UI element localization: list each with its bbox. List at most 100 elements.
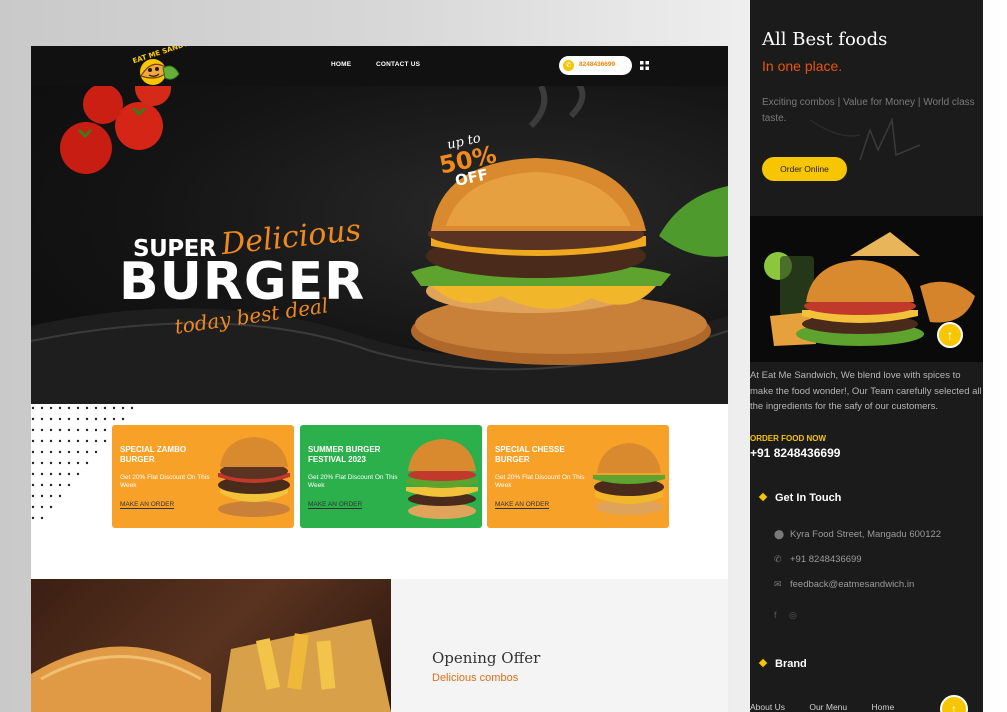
diamond-bullet-icon [758, 658, 768, 668]
burger-fries-photo [31, 579, 391, 712]
phone-button[interactable]: ✆ 8248436699 [559, 56, 632, 75]
sidebar-description: Exciting combos | Value for Money | Worl… [762, 97, 975, 124]
promo-card-zambo[interactable]: SPECIAL ZAMBO BURGER Get 20% Flat Discou… [112, 425, 294, 528]
pattern-dot [58, 461, 62, 465]
nav-home-link[interactable]: HOME [331, 61, 351, 68]
pattern-dot [49, 505, 53, 509]
sidebar-subtitle: In one place. [762, 58, 843, 74]
pattern-dot [76, 472, 80, 476]
pattern-dot [58, 417, 62, 421]
nav-contact-link[interactable]: CONTACT US [376, 61, 420, 68]
pattern-dot [31, 472, 35, 476]
order-food-label: ORDER FOOD NOW [750, 434, 826, 443]
footer-link-home[interactable]: Home [872, 702, 895, 712]
menu-grid-icon[interactable] [640, 61, 649, 70]
phone-text: +91 8248436699 [790, 554, 862, 565]
promo-card-cheese[interactable]: SPECIAL CHESSE BURGER Get 20% Flat Disco… [487, 425, 669, 528]
pattern-dot [85, 417, 89, 421]
pattern-dot [40, 461, 44, 465]
mail-icon: ✉ [774, 579, 782, 589]
scroll-up-button[interactable]: ↑ [937, 322, 963, 348]
pattern-dot [94, 439, 98, 443]
pattern-dot [85, 428, 89, 432]
pattern-dot [85, 461, 89, 465]
pattern-dot [40, 439, 44, 443]
pattern-dot [31, 516, 35, 520]
pattern-dot [40, 406, 44, 410]
pattern-dot [94, 406, 98, 410]
pattern-dot [31, 417, 35, 421]
pattern-dot [40, 450, 44, 454]
promo-card-summer[interactable]: SUMMER BURGER FESTIVAL 2023 Get 20% Flat… [300, 425, 482, 528]
pattern-dot [103, 428, 107, 432]
pattern-dot [67, 428, 71, 432]
navbar: EAT ME SANDWICH HOME CONTACT US ✆ 824843… [31, 46, 728, 86]
promo-title: SUMMER BURGER FESTIVAL 2023 [308, 445, 381, 464]
social-links: f ◎ [774, 610, 807, 621]
pattern-dot [31, 450, 35, 454]
pattern-dot [49, 472, 53, 476]
email-row[interactable]: ✉ feedback@eatmesandwich.in [774, 579, 914, 590]
pattern-dot [76, 417, 80, 421]
pattern-dot [94, 417, 98, 421]
pattern-dot [130, 406, 134, 410]
footer-link-about[interactable]: About Us [750, 702, 785, 712]
pattern-dot [40, 417, 44, 421]
diamond-bullet-icon [758, 492, 768, 502]
phone-icon: ✆ [774, 554, 782, 564]
phone-number: 8248436699 [579, 61, 616, 68]
pattern-dot [58, 428, 62, 432]
order-online-button[interactable]: Order Online [762, 157, 847, 181]
pattern-dot [67, 417, 71, 421]
promo-title: SPECIAL CHESSE BURGER [495, 445, 565, 464]
hero-burger-text: BURGER [119, 252, 366, 312]
pattern-dot [49, 483, 53, 487]
promo-description: Get 20% Flat Discount On This Week [120, 474, 210, 489]
phone-row[interactable]: ✆ +91 8248436699 [774, 554, 862, 565]
pattern-dot [49, 439, 53, 443]
pattern-dot [76, 406, 80, 410]
pattern-dot [49, 450, 53, 454]
sidebar-title: All Best foods [762, 29, 888, 50]
pattern-dot [94, 428, 98, 432]
pattern-dot [85, 450, 89, 454]
footer-link-menu[interactable]: Our Menu [809, 702, 847, 712]
make-order-link[interactable]: MAKE AN ORDER [120, 501, 175, 509]
make-order-link[interactable]: MAKE AN ORDER [308, 501, 363, 509]
burger-image [218, 437, 290, 517]
pattern-dot [58, 406, 62, 410]
pattern-dot [103, 406, 107, 410]
sidebar-panel: All Best foods In one place. Exciting co… [750, 0, 983, 712]
pattern-dot [76, 439, 80, 443]
pattern-dot [94, 450, 98, 454]
pattern-dot [58, 472, 62, 476]
about-text: At Eat Me Sandwich, We blend love with s… [750, 370, 982, 412]
pattern-dot [31, 461, 35, 465]
pattern-dot [121, 417, 125, 421]
footer-links: About Us Our Menu Home [750, 702, 916, 712]
get-in-touch-label: Get In Touch [775, 492, 842, 504]
pattern-dot [85, 406, 89, 410]
promo-description: Get 20% Flat Discount On This Week [495, 474, 585, 489]
facebook-icon[interactable]: f [774, 610, 777, 620]
make-order-link[interactable]: MAKE AN ORDER [495, 501, 550, 509]
pattern-dot [40, 483, 44, 487]
pattern-dot [121, 406, 125, 410]
brand-heading: Brand [758, 658, 807, 670]
pattern-dot [31, 494, 35, 498]
burger-fries-artwork [31, 619, 391, 712]
burger-image [406, 439, 478, 519]
pattern-dot [67, 406, 71, 410]
pattern-dot [103, 439, 107, 443]
pattern-dot [31, 439, 35, 443]
pattern-dot [31, 428, 35, 432]
order-phone-number[interactable]: +91 8248436699 [750, 446, 840, 460]
footer-scroll-up-button[interactable]: ↑ [940, 695, 968, 712]
hero-banner: up to 50% OFF SUPER Delicious BURGER tod… [31, 86, 728, 404]
instagram-icon[interactable]: ◎ [789, 610, 797, 620]
email-text: feedback@eatmesandwich.in [790, 579, 915, 590]
pattern-dot [40, 472, 44, 476]
pattern-dot [49, 494, 53, 498]
pattern-dot [112, 406, 116, 410]
pattern-dot [67, 439, 71, 443]
